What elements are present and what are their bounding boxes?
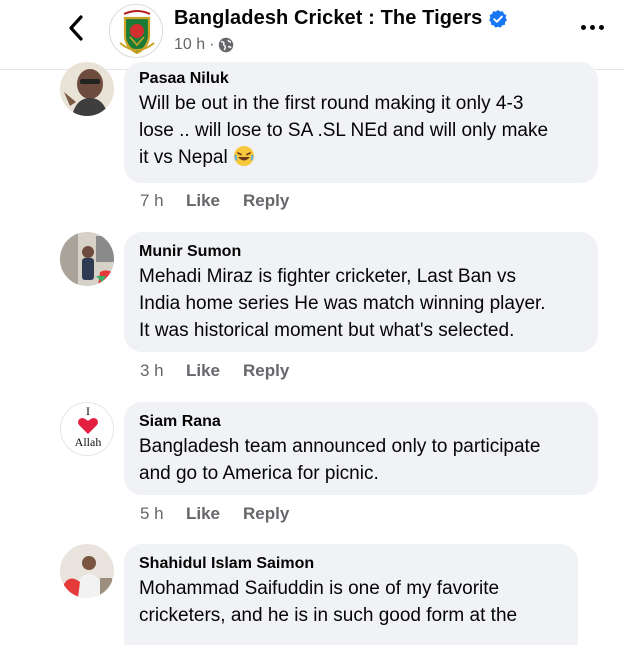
back-button[interactable] bbox=[62, 12, 90, 44]
comment-body: Will be out in the first round making it… bbox=[139, 93, 549, 168]
comment-author[interactable]: Pasaa Niluk bbox=[139, 69, 584, 89]
comment-text: Mehadi Miraz is fighter cricketer, Last … bbox=[139, 266, 546, 341]
user-photo-icon bbox=[60, 544, 114, 598]
reply-button[interactable]: Reply bbox=[243, 191, 289, 211]
like-button[interactable]: Like bbox=[186, 504, 243, 524]
more-options-button[interactable] bbox=[576, 16, 608, 38]
post-time[interactable]: 10 h bbox=[174, 36, 205, 54]
reply-button[interactable]: Reply bbox=[243, 361, 289, 381]
comment-text: Bangladesh team announced only to partic… bbox=[139, 436, 541, 484]
page-avatar[interactable] bbox=[109, 4, 163, 58]
meta-separator: · bbox=[209, 36, 215, 53]
comment-text: Mohammad Saifuddin is one of my favorite… bbox=[139, 578, 518, 626]
comment-time[interactable]: 3 h bbox=[140, 361, 186, 381]
chevron-left-icon bbox=[69, 15, 83, 41]
comment-text: Will be out in the first round making it… bbox=[139, 90, 584, 171]
heart-icon bbox=[78, 418, 98, 434]
avatar-text-bottom: Allah bbox=[74, 435, 102, 449]
more-dot-icon bbox=[598, 24, 604, 30]
comment-time[interactable]: 7 h bbox=[140, 191, 186, 211]
commenter-avatar[interactable]: I Allah bbox=[60, 402, 114, 456]
comment-author[interactable]: Munir Sumon bbox=[139, 242, 584, 262]
bcb-logo-icon bbox=[110, 5, 162, 57]
comment-bubble[interactable]: Munir Sumon Mehadi Miraz is fighter cric… bbox=[124, 232, 598, 352]
post-meta: 10 h · bbox=[174, 36, 234, 54]
comment-author[interactable]: Siam Rana bbox=[139, 412, 584, 432]
reply-button[interactable]: Reply bbox=[243, 504, 289, 524]
user-photo-icon bbox=[60, 62, 114, 116]
comment-actions: 7 h Like Reply bbox=[140, 191, 289, 211]
i-love-allah-avatar: I Allah bbox=[61, 403, 113, 455]
comment-bubble[interactable]: Siam Rana Bangladesh team announced only… bbox=[124, 402, 598, 495]
commenter-avatar[interactable] bbox=[60, 62, 114, 116]
laughing-emoji-icon bbox=[233, 146, 254, 166]
more-dot-icon bbox=[580, 24, 586, 30]
comment-bubble[interactable]: Shahidul Islam Saimon Mohammad Saifuddin… bbox=[124, 544, 578, 645]
globe-icon bbox=[219, 37, 234, 53]
comment-bubble[interactable]: Pasaa Niluk Will be out in the first rou… bbox=[124, 62, 598, 183]
like-button[interactable]: Like bbox=[186, 191, 243, 211]
comment-author[interactable]: Shahidul Islam Saimon bbox=[139, 554, 564, 574]
more-dot-icon bbox=[589, 24, 595, 30]
comment-actions: 3 h Like Reply bbox=[140, 361, 289, 381]
page-title[interactable]: Bangladesh Cricket : The Tigers bbox=[174, 7, 482, 30]
like-button[interactable]: Like bbox=[186, 361, 243, 381]
commenter-avatar[interactable] bbox=[60, 544, 114, 598]
avatar-text-top: I bbox=[86, 404, 90, 418]
post-header: Bangladesh Cricket : The Tigers 10 h · bbox=[0, 0, 640, 68]
commenter-avatar[interactable] bbox=[60, 232, 114, 286]
comment-actions: 5 h Like Reply bbox=[140, 504, 289, 524]
verified-badge-icon bbox=[489, 9, 508, 28]
user-photo-icon bbox=[60, 232, 114, 286]
comment-time[interactable]: 5 h bbox=[140, 504, 186, 524]
page-title-row: Bangladesh Cricket : The Tigers bbox=[174, 7, 508, 30]
